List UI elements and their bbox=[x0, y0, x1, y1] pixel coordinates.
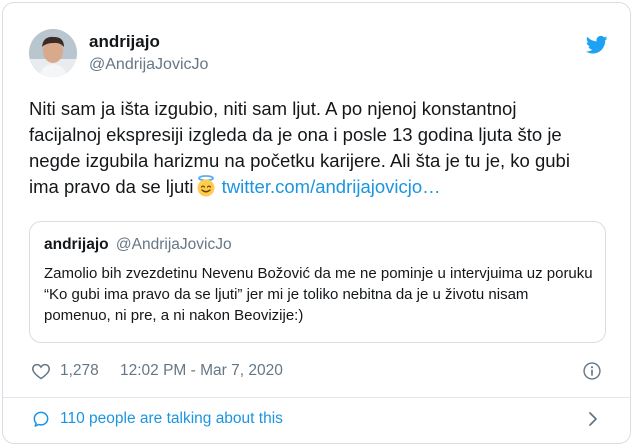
tweet-meta: 1,278 12:02 PM - Mar 7, 2020 bbox=[29, 359, 604, 383]
like-count[interactable]: 1,278 bbox=[60, 359, 99, 383]
chevron-right-icon[interactable] bbox=[588, 411, 598, 427]
divider bbox=[3, 397, 630, 398]
info-icon[interactable] bbox=[582, 361, 602, 381]
tweet-header: andrijajo @AndrijaJovicJo bbox=[29, 27, 610, 81]
twitter-bird-icon[interactable] bbox=[586, 35, 608, 55]
halo-smile-icon bbox=[197, 175, 215, 197]
quoted-tweet-header: andrijajo @AndrijaJovicJo bbox=[44, 234, 591, 256]
quoted-author-name: andrijajo bbox=[44, 236, 109, 253]
talking-about-text[interactable]: 110 people are talking about this bbox=[60, 408, 283, 430]
quoted-author-handle: @AndrijaJovicJo bbox=[115, 236, 232, 253]
tweet-link[interactable]: twitter.com/andrijajovicjo… bbox=[222, 176, 441, 197]
quoted-tweet-text: Zamolio bih zvezdetinu Nevenu Božović da… bbox=[44, 265, 593, 324]
quoted-tweet[interactable]: andrijajo @AndrijaJovicJo Zamolio bih zv… bbox=[29, 221, 606, 343]
conversation-link[interactable]: 110 people are talking about this bbox=[29, 405, 604, 433]
tweet-text: Niti sam ja išta izgubio, niti sam ljut.… bbox=[29, 96, 589, 200]
author-name[interactable]: andrijajo bbox=[89, 32, 160, 52]
heart-icon[interactable] bbox=[31, 361, 51, 381]
tweet-card: andrijajo @AndrijaJovicJo Niti sam ja iš… bbox=[2, 2, 631, 444]
avatar[interactable] bbox=[29, 29, 77, 77]
speech-bubble-icon bbox=[33, 411, 49, 427]
tweet-timestamp[interactable]: 12:02 PM - Mar 7, 2020 bbox=[120, 359, 283, 383]
author-handle[interactable]: @AndrijaJovicJo bbox=[89, 56, 208, 74]
